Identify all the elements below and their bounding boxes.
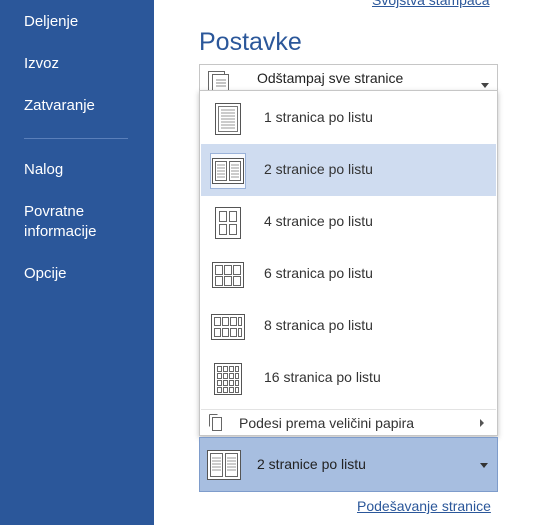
pages-per-sheet-menu: 1 stranica po listu 2 stranice po listu bbox=[199, 90, 498, 436]
nav-item-account[interactable]: Nalog bbox=[24, 160, 63, 180]
nav-item-feedback[interactable]: Povratne informacije bbox=[24, 202, 114, 242]
option-label: 2 stranice po listu bbox=[264, 161, 373, 177]
two-pages-icon bbox=[206, 449, 242, 481]
option-label: 4 stranice po listu bbox=[264, 213, 373, 229]
nav-item-share[interactable]: Deljenje bbox=[24, 12, 78, 32]
chevron-right-icon bbox=[480, 419, 484, 427]
pages-per-sheet-dropdown[interactable]: 2 stranice po listu bbox=[199, 437, 498, 492]
option-label: 6 stranica po listu bbox=[264, 265, 373, 281]
option-label: 8 stranica po listu bbox=[264, 317, 373, 333]
option-label: 16 stranica po listu bbox=[264, 369, 381, 385]
two-pages-icon bbox=[210, 153, 246, 189]
page-setup-link[interactable]: Podešavanje stranice bbox=[357, 498, 491, 514]
sixteen-pages-icon bbox=[210, 361, 246, 397]
print-range-label: Odštampaj sve stranice bbox=[257, 70, 404, 86]
option-label: 1 stranica po listu bbox=[264, 109, 373, 125]
chevron-down-icon bbox=[480, 463, 488, 468]
one-page-icon bbox=[210, 101, 246, 137]
pages-per-sheet-value: 2 stranice po listu bbox=[257, 456, 366, 472]
nav-item-export[interactable]: Izvoz bbox=[24, 54, 59, 74]
scale-to-paper-size-item[interactable]: Podesi prema veličini papira bbox=[201, 409, 496, 435]
nav-item-options[interactable]: Opcije bbox=[24, 264, 67, 284]
eight-pages-icon bbox=[210, 309, 246, 345]
option-8-pages[interactable]: 8 stranica po listu bbox=[201, 300, 496, 352]
six-pages-icon bbox=[210, 257, 246, 293]
nav-item-close[interactable]: Zatvaranje bbox=[24, 96, 95, 116]
backstage-sidebar: Deljenje Izvoz Zatvaranje Nalog Povratne… bbox=[0, 0, 154, 525]
option-1-page[interactable]: 1 stranica po listu bbox=[201, 92, 496, 144]
scale-to-paper-size-label: Podesi prema veličini papira bbox=[239, 415, 415, 431]
option-4-pages[interactable]: 4 stranice po listu bbox=[201, 196, 496, 248]
resize-page-icon bbox=[209, 414, 223, 432]
option-6-pages[interactable]: 6 stranica po listu bbox=[201, 248, 496, 300]
four-pages-icon bbox=[210, 205, 246, 241]
option-2-pages[interactable]: 2 stranice po listu bbox=[201, 144, 496, 196]
nav-divider bbox=[24, 138, 128, 139]
chevron-down-icon bbox=[481, 83, 489, 88]
settings-title: Postavke bbox=[199, 28, 302, 56]
option-16-pages[interactable]: 16 stranica po listu bbox=[201, 352, 496, 404]
printer-properties-link[interactable]: Svojstva štampača bbox=[372, 0, 490, 8]
